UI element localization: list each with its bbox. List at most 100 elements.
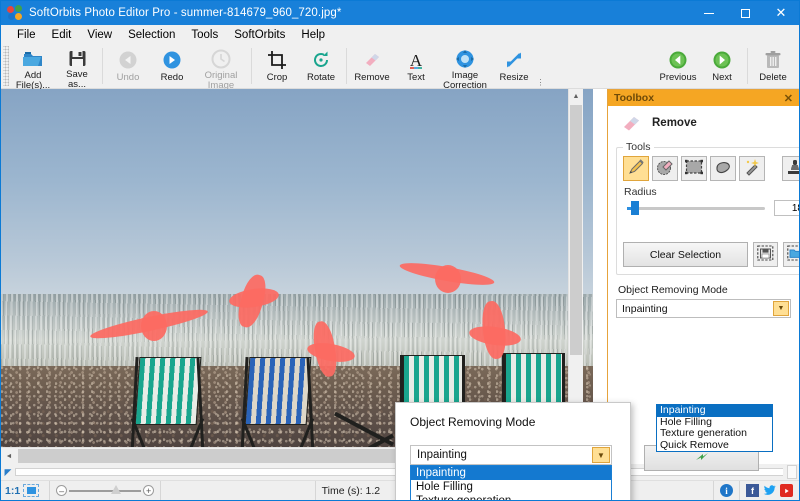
deckchair-folded [331, 419, 401, 447]
zoom-out-button[interactable]: – [56, 485, 67, 496]
delete-button[interactable]: Delete [751, 46, 795, 89]
scroll-up-arrow-icon[interactable]: ▲ [569, 89, 583, 104]
popup-mode-option-hole-filling[interactable]: Hole Filling [411, 480, 611, 494]
maximize-button[interactable] [727, 1, 763, 25]
zoom-ratio-cell[interactable]: 1:1 [1, 481, 43, 501]
pencil-icon [627, 158, 645, 179]
filmstrip-endcap[interactable] [787, 465, 797, 479]
radius-value[interactable]: 18 [774, 200, 800, 216]
toolbox-mode-option-quick-remove[interactable]: Quick Remove [657, 440, 772, 452]
popup-mode-option-texture-generation[interactable]: Texture generation [411, 494, 611, 501]
fit-to-window-icon[interactable] [23, 484, 39, 497]
resize-label: Resize [493, 73, 535, 83]
toolbar-overflow-button[interactable]: ⋮ [536, 78, 545, 87]
add-files-button[interactable]: Add File(s)... [11, 46, 55, 89]
text-button[interactable]: A Text [394, 46, 438, 89]
menu-selection[interactable]: Selection [120, 26, 183, 44]
next-button[interactable]: Next [700, 46, 744, 89]
scroll-left-arrow-icon[interactable]: ◄ [1, 448, 17, 464]
lasso-tool-button[interactable] [710, 156, 736, 181]
info-icon[interactable]: i [720, 484, 733, 497]
toolbox-mode-option-hole-filling[interactable]: Hole Filling [657, 417, 772, 429]
toolbox-mode-dropdown-list[interactable]: Inpainting Hole Filling Texture generati… [656, 404, 773, 452]
pencil-tool-button[interactable] [623, 156, 649, 181]
toolbar-grip[interactable] [3, 46, 9, 86]
clock-history-icon [209, 49, 233, 69]
rectangle-select-icon [685, 159, 703, 178]
chevron-down-icon[interactable]: ▼ [773, 301, 789, 316]
save-as-label: Save as... [56, 70, 98, 89]
twitter-icon[interactable] [763, 484, 776, 497]
toolbox-panel: Toolbox ✕ Remove Tools [607, 89, 799, 464]
original-image-button[interactable]: Original Image [194, 46, 248, 89]
remove-label: Remove [351, 73, 393, 83]
redo-button[interactable]: Redo [150, 46, 194, 89]
redo-arrow-icon [160, 49, 184, 71]
close-button[interactable]: ✕ [763, 1, 799, 25]
toolbar-separator-3 [346, 48, 347, 84]
menu-tools[interactable]: Tools [183, 26, 226, 44]
radius-slider[interactable] [623, 201, 769, 215]
stamp-tool-button[interactable] [782, 156, 800, 181]
eraser-icon [618, 113, 644, 133]
canvas-vertical-scrollbar[interactable]: ▲ ▼ [568, 89, 583, 430]
menu-edit[interactable]: Edit [44, 26, 80, 44]
deckchair-blue [241, 357, 319, 447]
rectangle-select-tool-button[interactable] [681, 156, 707, 181]
rotate-button[interactable]: Rotate [299, 46, 343, 89]
green-arrow-icon [695, 451, 709, 466]
menu-help[interactable]: Help [293, 26, 333, 44]
magic-wand-tool-button[interactable] [739, 156, 765, 181]
save-as-button[interactable]: Save as... [55, 46, 99, 89]
image-canvas[interactable]: ▲ ▼ [1, 89, 593, 447]
object-removing-mode-popup: Object Removing Mode Inpainting ▼ Inpain… [395, 402, 631, 501]
popup-mode-dropdown-list[interactable]: Inpainting Hole Filling Texture generati… [410, 465, 612, 501]
eraser-tool-button[interactable] [652, 156, 678, 181]
title-bar: SoftOrbits Photo Editor Pro - summer-814… [1, 1, 799, 25]
save-selection-button[interactable] [753, 242, 778, 267]
radius-slider-track [627, 207, 765, 210]
load-selection-button[interactable] [783, 242, 800, 267]
zoom-in-button[interactable]: + [143, 485, 154, 496]
svg-text:A: A [410, 51, 423, 70]
object-removing-mode-combobox[interactable]: Inpainting ▼ [616, 299, 791, 318]
status-bar-spacer [160, 481, 314, 501]
crop-button[interactable]: Crop [255, 46, 299, 89]
resize-button[interactable]: Resize [492, 46, 536, 89]
rotate-icon [309, 49, 333, 71]
text-a-icon: A [404, 49, 428, 71]
application-window: SoftOrbits Photo Editor Pro - summer-814… [0, 0, 800, 501]
remove-button[interactable]: Remove [350, 46, 394, 89]
stamp-icon [786, 158, 800, 179]
previous-button[interactable]: Previous [656, 46, 700, 89]
original-image-label: Original Image [195, 71, 247, 90]
add-files-label: Add File(s)... [12, 71, 54, 90]
resize-grip-icon[interactable]: ◤ [1, 465, 15, 479]
toolbox-close-icon[interactable]: ✕ [782, 92, 795, 105]
window-controls: ✕ [691, 1, 799, 25]
navigation-toolbar: Previous Next [656, 46, 799, 89]
vertical-scroll-thumb[interactable] [570, 105, 582, 355]
image-correction-button[interactable]: Image Correction [438, 46, 492, 89]
undo-button[interactable]: Undo [106, 46, 150, 89]
menu-file[interactable]: File [9, 26, 44, 44]
zoom-slider[interactable]: – + [49, 481, 160, 501]
popup-mode-combobox[interactable]: Inpainting ▼ [410, 445, 612, 465]
radius-slider-knob[interactable] [631, 201, 639, 215]
chevron-down-icon[interactable]: ▼ [592, 447, 610, 463]
zoom-slider-track[interactable] [69, 490, 141, 492]
clear-selection-button[interactable]: Clear Selection [623, 242, 748, 267]
zoom-slider-knob[interactable] [111, 485, 121, 494]
processing-time-cell: Time (s): 1.2 [315, 481, 407, 501]
toolbox-mode-option-texture-generation[interactable]: Texture generation [657, 428, 772, 440]
facebook-icon[interactable]: f [746, 484, 759, 497]
youtube-icon[interactable] [780, 484, 793, 497]
toolbox-mode-option-inpainting[interactable]: Inpainting [657, 405, 772, 417]
minimize-button[interactable] [691, 1, 727, 25]
eraser-circle-icon [656, 158, 674, 179]
menu-softorbits[interactable]: SoftOrbits [226, 26, 293, 44]
app-logo-icon [7, 5, 23, 21]
workspace: ▲ ▼ ◄ ► Toolbox ✕ [1, 89, 799, 464]
popup-mode-option-inpainting[interactable]: Inpainting [411, 466, 611, 480]
menu-view[interactable]: View [79, 26, 120, 44]
